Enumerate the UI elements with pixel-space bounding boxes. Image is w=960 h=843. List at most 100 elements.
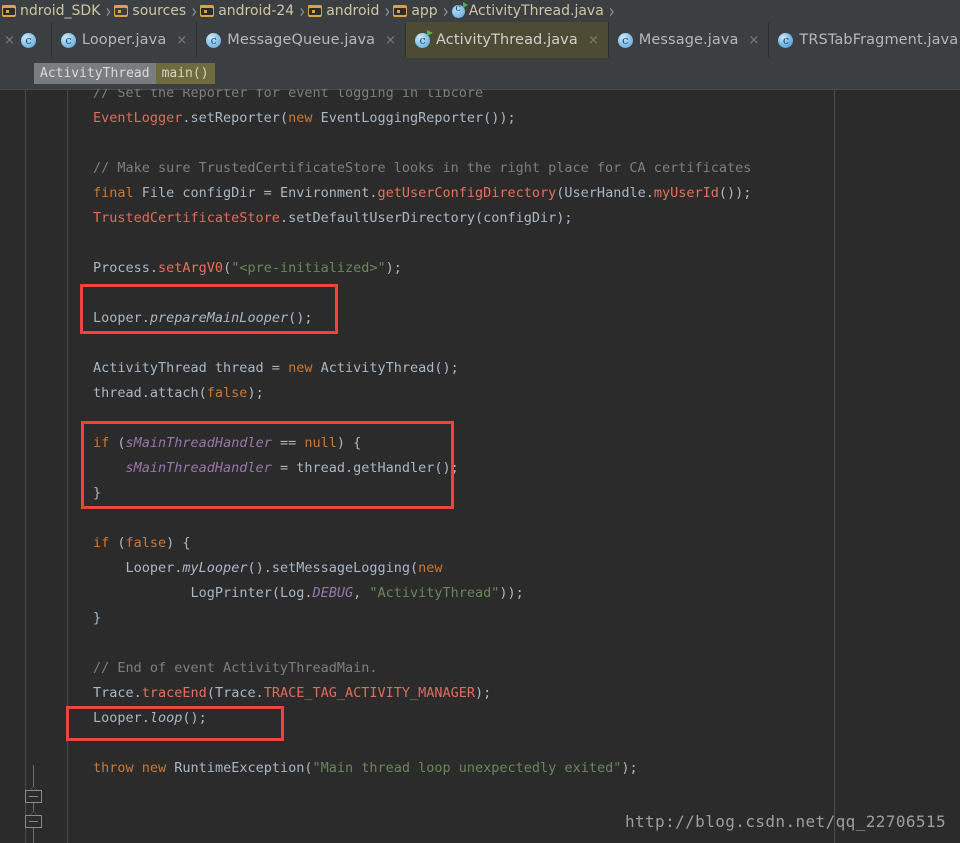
java-class-run-icon [415, 29, 434, 48]
code-line: Process.setArgV0("<pre-initialized>"); [93, 256, 751, 281]
close-icon[interactable]: × [4, 33, 15, 48]
code-token: "<pre-initialized>" [231, 260, 386, 276]
editor-tab[interactable]: ActivityThread.java × [406, 22, 609, 58]
editor-tab-label: Message.java [638, 32, 739, 48]
breadcrumb-item-label: app [411, 3, 438, 19]
breadcrumb-item[interactable]: android [306, 0, 383, 22]
code-line: // Make sure TrustedCertificateStore loo… [93, 156, 751, 181]
code-token: RuntimeException( [166, 760, 313, 776]
structure-navigation-bar: ActivityThread main() [0, 58, 960, 89]
breadcrumb-item[interactable]: ndroid_SDK [0, 0, 104, 22]
breadcrumb-separator: › [608, 0, 615, 22]
editor-tab[interactable]: MessageQueue.java × [197, 22, 407, 58]
code-token: // Make sure TrustedCertificateStore loo… [93, 160, 752, 176]
code-token: thread.attach( [93, 385, 207, 401]
breadcrumb-separator: › [191, 0, 198, 22]
code-token: "ActivityThread" [369, 585, 500, 601]
fold-marker-class[interactable] [25, 811, 44, 834]
close-icon[interactable]: × [749, 33, 760, 48]
close-icon[interactable]: × [588, 33, 599, 48]
code-token: myLooper [182, 560, 248, 576]
run-arrow-icon [462, 1, 468, 8]
java-class-icon [617, 32, 633, 48]
java-class-icon [60, 32, 76, 48]
java-class-icon [20, 32, 36, 48]
code-token: ); [247, 385, 264, 401]
code-line: Looper.myLooper().setMessageLogging(new [93, 556, 751, 581]
folder-icon [114, 5, 129, 17]
editor-tab[interactable]: × [0, 22, 52, 58]
code-line: throw new RuntimeException("Main thread … [93, 756, 751, 781]
nav-chip-method[interactable]: main() [155, 63, 215, 84]
code-token: } [93, 610, 102, 626]
code-token: throw [93, 760, 134, 776]
fold-stem-lower [33, 828, 34, 843]
java-class-icon [206, 32, 222, 48]
code-token: Looper. [125, 560, 183, 576]
fold-marker-method[interactable] [25, 786, 44, 809]
code-token: new [288, 360, 313, 376]
java-class-icon [451, 1, 468, 18]
code-token: .setReporter( [182, 110, 289, 126]
gutter-divider-left [25, 89, 26, 843]
code-token: traceEnd [141, 685, 207, 701]
code-token: Trace. [93, 685, 142, 701]
main-thread-handler-highlight [81, 421, 454, 509]
code-token: // End of event ActivityThreadMain. [93, 660, 378, 676]
folder-icon [308, 5, 323, 17]
close-icon[interactable]: × [385, 33, 396, 48]
watermark-url: http://blog.csdn.net/qq_22706515 [624, 812, 946, 831]
breadcrumb-item-label: sources [132, 3, 187, 19]
breadcrumb-item[interactable]: app [391, 0, 441, 22]
breadcrumb-item[interactable]: ActivityThread.java [450, 0, 608, 22]
code-token: LogPrinter(Log. [190, 585, 313, 601]
code-token: ()); [718, 185, 752, 201]
code-token: DEBUG [312, 585, 354, 601]
editor-tab-label: Looper.java [81, 32, 167, 48]
editor-tab-label: TRSTabFragment.java [799, 32, 959, 48]
breadcrumb-separator: › [384, 0, 391, 22]
code-token: ); [621, 760, 638, 776]
editor-tab[interactable]: Message.java × [608, 22, 770, 58]
code-token: File configDir = Environment. [133, 185, 378, 201]
code-token: Process. [93, 260, 159, 276]
close-icon[interactable]: × [176, 33, 187, 48]
breadcrumb-item[interactable]: sources [112, 0, 190, 22]
code-token: TRACE_TAG_ACTIVITY_MANAGER [263, 685, 476, 701]
code-token: getUserConfigDirectory [377, 185, 557, 201]
code-token: ); [475, 685, 492, 701]
breadcrumb-item-label: ActivityThread.java [468, 3, 604, 19]
editor-tab[interactable]: TRSTabFragment.java× [769, 22, 960, 58]
code-line: EventLogger.setReporter(new EventLogging… [93, 106, 751, 131]
code-token: )); [499, 585, 524, 601]
ide-window: ndroid_SDK › sources › android-24 › android › ap… [0, 0, 960, 843]
code-line: TrustedCertificateStore.setDefaultUserDi… [93, 206, 751, 231]
code-token: .setDefaultUserDirectory(configDir); [279, 210, 573, 226]
nav-chip-class[interactable]: ActivityThread [34, 63, 156, 84]
code-token: (UserHandle. [556, 185, 654, 201]
java-class-plain-icon [778, 32, 794, 48]
editor-tab-label: ActivityThread.java [436, 32, 578, 48]
code-token: , [353, 585, 370, 601]
editor-tab[interactable]: Looper.java × [51, 22, 198, 58]
code-token: ); [385, 260, 402, 276]
fold-dash-icon [29, 796, 38, 797]
breadcrumb-item-label: ndroid_SDK [20, 3, 101, 19]
code-token: ( [109, 535, 126, 551]
breadcrumb-item[interactable]: android-24 [198, 0, 298, 22]
code-line: // End of event ActivityThreadMain. [93, 656, 751, 681]
code-token: ) { [166, 535, 191, 551]
code-token: myUserId [653, 185, 719, 201]
code-line: } [93, 606, 751, 631]
folder-icon [2, 5, 16, 17]
folder-icon [393, 5, 408, 17]
folder-icon [200, 5, 215, 17]
fold-dash-icon [29, 821, 38, 822]
looper-loop-highlight [66, 706, 284, 741]
code-editor[interactable]: // Set the Reporter for event logging in… [0, 89, 960, 843]
